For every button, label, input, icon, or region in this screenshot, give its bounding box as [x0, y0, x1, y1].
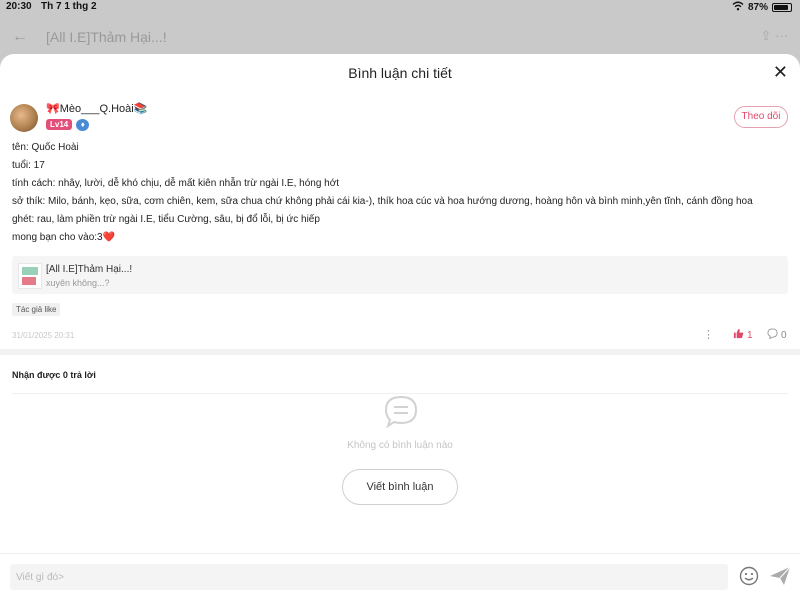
- replies-title: Nhận được 0 trả lời: [12, 370, 96, 380]
- comment-line: sở thík: Milo, bánh, kẹo, sữa, cơm chiên…: [12, 196, 753, 207]
- author-like-tag: Tác giả like: [12, 303, 61, 316]
- reply-count-button[interactable]: 0: [767, 328, 787, 342]
- author-name[interactable]: 🎀Mèo___Q.Hoài📚: [46, 102, 147, 115]
- like-button[interactable]: 1: [733, 328, 753, 342]
- empty-state-text: Không có bình luận nào: [347, 440, 453, 451]
- avatar[interactable]: [10, 104, 38, 132]
- like-count: 1: [747, 329, 753, 341]
- comment-line-last: mong bạn cho vào:3❤️: [12, 229, 753, 247]
- books-emoji-icon: 📚: [133, 103, 148, 115]
- send-icon[interactable]: [769, 566, 791, 591]
- background-header: ← [All I.E]Thảm Hại...! ⇪ ···: [12, 28, 788, 48]
- linked-story-card[interactable]: [All I.E]Thảm Hại...! xuyên không...?: [12, 256, 788, 294]
- heart-emoji-icon: ❤️: [102, 232, 116, 243]
- level-badge: Lv14: [46, 119, 73, 130]
- empty-chat-icon: [383, 395, 419, 434]
- section-divider: [0, 349, 800, 355]
- share-icon: ⇪ ···: [760, 28, 789, 43]
- thumbs-up-icon: [733, 328, 744, 342]
- comment-line: tuổi: 17: [12, 160, 45, 171]
- story-thumbnail: [18, 263, 42, 289]
- status-bar: 20:30 Th 7 1 thg 2 87%: [0, 0, 800, 14]
- status-time: 20:30: [6, 1, 32, 12]
- comment-body: tên: Quốc Hoài tuổi: 17 tính cách: nhây,…: [12, 139, 753, 247]
- back-arrow-icon: ←: [12, 28, 28, 45]
- battery-percent: 87%: [747, 2, 768, 13]
- comment-timestamp: 31/01/2025 20:31: [12, 331, 75, 340]
- battery-icon: [772, 3, 792, 12]
- divider: [12, 393, 788, 394]
- comment-detail-sheet: Bình luận chi tiết ✕ 🎀Mèo___Q.Hoài📚 Lv14…: [0, 54, 800, 600]
- author-name-text: Mèo___Q.Hoài: [59, 103, 134, 115]
- close-icon[interactable]: ✕: [773, 62, 788, 83]
- author-badges: Lv14 ♦: [46, 119, 90, 131]
- comment-line: tính cách: nhây, lười, dễ khó chịu, dễ m…: [12, 178, 340, 189]
- comment-bubble-icon: [767, 328, 778, 342]
- emoji-smiley-icon[interactable]: [739, 566, 759, 591]
- follow-button[interactable]: Theo dõi: [734, 106, 788, 128]
- write-comment-button[interactable]: Viết bình luận: [342, 469, 458, 505]
- wifi-icon: [732, 1, 744, 14]
- comment-line-text: mong bạn cho vào:3: [12, 232, 103, 243]
- status-date: Th 7 1 thg 2: [41, 1, 97, 12]
- comment-input[interactable]: [10, 564, 728, 590]
- bottom-divider: [0, 553, 800, 554]
- modal-title: Bình luận chi tiết: [348, 65, 452, 81]
- status-right: 87%: [732, 1, 792, 14]
- linked-story-title: [All I.E]Thảm Hại...!: [46, 264, 133, 275]
- reply-count: 0: [781, 329, 787, 341]
- comment-line: tên: Quốc Hoài: [12, 142, 79, 153]
- comment-line: ghét: rau, làm phiền trừ ngài I.E, tiểu …: [12, 214, 320, 225]
- background-title: [All I.E]Thảm Hại...!: [46, 29, 167, 45]
- more-options-icon[interactable]: ⋮: [703, 328, 714, 341]
- linked-story-subtitle: xuyên không...?: [46, 278, 110, 288]
- verified-shield-icon: ♦: [76, 119, 90, 131]
- bow-emoji-icon: 🎀: [46, 103, 60, 115]
